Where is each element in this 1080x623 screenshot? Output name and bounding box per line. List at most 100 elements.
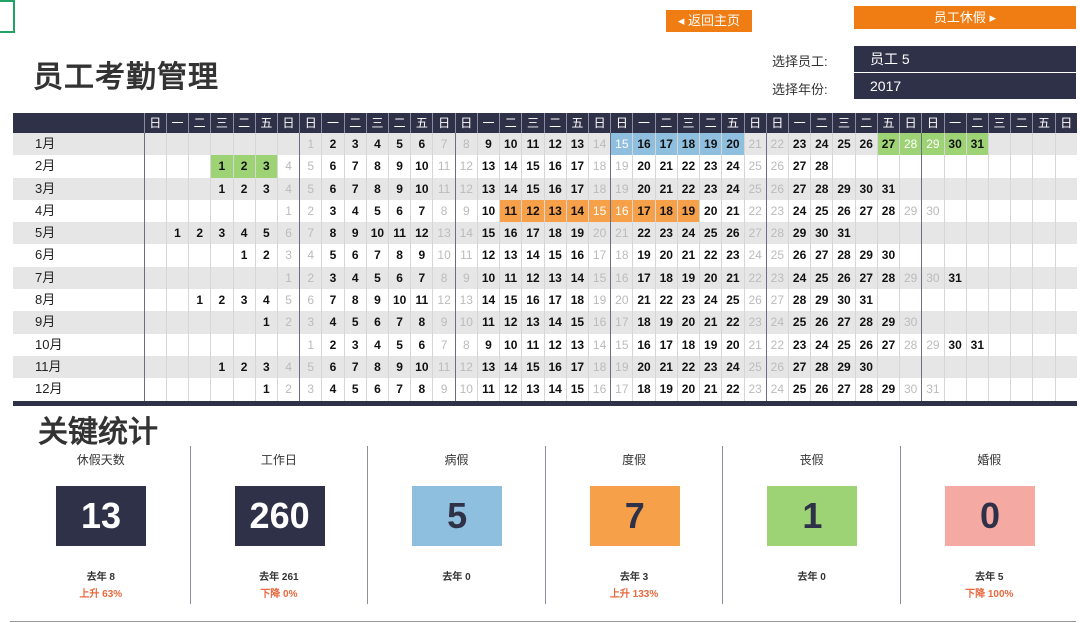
- calendar-day[interactable]: 24: [810, 133, 832, 156]
- calendar-day[interactable]: 9: [410, 244, 432, 267]
- calendar-day[interactable]: 16: [521, 289, 543, 312]
- calendar-day[interactable]: 7: [410, 199, 432, 223]
- calendar-day[interactable]: 9: [454, 266, 477, 290]
- calendar-day[interactable]: 15: [476, 222, 499, 245]
- calendar-day[interactable]: 6: [321, 177, 343, 200]
- calendar-day[interactable]: 3: [254, 155, 277, 178]
- calendar-day[interactable]: 13: [565, 333, 588, 356]
- calendar-day[interactable]: 1: [276, 266, 299, 290]
- employee-select[interactable]: 员工 5: [854, 46, 1076, 72]
- calendar-day[interactable]: 17: [654, 133, 677, 156]
- calendar-day[interactable]: 1: [188, 289, 210, 312]
- calendar-day[interactable]: 11: [388, 222, 410, 245]
- calendar-day[interactable]: 31: [876, 177, 899, 200]
- calendar-day[interactable]: 3: [299, 311, 321, 334]
- calendar-day[interactable]: 9: [432, 311, 454, 334]
- calendar-day[interactable]: 26: [810, 378, 832, 401]
- calendar-day[interactable]: 30: [810, 222, 832, 245]
- calendar-day[interactable]: 18: [588, 155, 610, 178]
- calendar-day[interactable]: 22: [699, 244, 721, 267]
- year-select[interactable]: 2017: [854, 73, 1076, 99]
- calendar-day[interactable]: 26: [787, 244, 810, 267]
- calendar-day[interactable]: 24: [743, 244, 766, 267]
- calendar-day[interactable]: 29: [921, 133, 944, 156]
- calendar-day[interactable]: 23: [787, 333, 810, 356]
- calendar-day[interactable]: 2: [210, 289, 232, 312]
- calendar-day[interactable]: 20: [699, 199, 721, 223]
- calendar-day[interactable]: 12: [543, 333, 566, 356]
- calendar-day[interactable]: 19: [632, 244, 654, 267]
- calendar-day[interactable]: 25: [743, 355, 766, 379]
- calendar-day[interactable]: 23: [676, 289, 699, 312]
- calendar-day[interactable]: 1: [210, 177, 232, 200]
- calendar-day[interactable]: 19: [699, 333, 721, 356]
- calendar-day[interactable]: 2: [232, 355, 255, 379]
- calendar-day[interactable]: 28: [765, 222, 788, 245]
- calendar-day[interactable]: 15: [610, 133, 633, 156]
- calendar-day[interactable]: 16: [565, 244, 588, 267]
- calendar-day[interactable]: 26: [832, 266, 854, 290]
- calendar-day[interactable]: 3: [343, 133, 366, 156]
- calendar-day[interactable]: 30: [921, 266, 943, 290]
- calendar-day[interactable]: 19: [676, 266, 699, 290]
- calendar-day[interactable]: 18: [588, 355, 610, 379]
- calendar-day[interactable]: 21: [743, 133, 766, 156]
- calendar-day[interactable]: 13: [432, 222, 454, 245]
- calendar-day[interactable]: 15: [543, 244, 566, 267]
- calendar-day[interactable]: 26: [765, 155, 788, 178]
- calendar-day[interactable]: 3: [210, 222, 232, 245]
- calendar-day[interactable]: 3: [254, 177, 277, 200]
- calendar-day[interactable]: 19: [654, 311, 677, 334]
- calendar-day[interactable]: 2: [321, 133, 343, 156]
- calendar-day[interactable]: 29: [899, 266, 921, 290]
- calendar-day[interactable]: 1: [254, 311, 277, 334]
- calendar-day[interactable]: 26: [765, 355, 788, 379]
- calendar-day[interactable]: 6: [276, 222, 299, 245]
- calendar-day[interactable]: 2: [299, 266, 321, 290]
- calendar-day[interactable]: 23: [699, 355, 721, 379]
- calendar-day[interactable]: 6: [410, 133, 432, 156]
- calendar-day[interactable]: 29: [832, 355, 854, 379]
- calendar-day[interactable]: 5: [343, 311, 366, 334]
- calendar-day[interactable]: 5: [276, 289, 299, 312]
- calendar-day[interactable]: 31: [965, 133, 988, 156]
- calendar-day[interactable]: 30: [854, 177, 877, 200]
- calendar-day[interactable]: 22: [765, 133, 788, 156]
- calendar-day[interactable]: 30: [943, 133, 966, 156]
- calendar-day[interactable]: 25: [699, 222, 721, 245]
- calendar-day[interactable]: 3: [276, 244, 299, 267]
- calendar-day[interactable]: 13: [454, 289, 477, 312]
- calendar-day[interactable]: 10: [476, 199, 499, 223]
- calendar-day[interactable]: 28: [876, 266, 899, 290]
- calendar-day[interactable]: 4: [276, 355, 299, 379]
- calendar-day[interactable]: 10: [499, 333, 521, 356]
- calendar-day[interactable]: 12: [521, 199, 544, 223]
- calendar-day[interactable]: 1: [210, 155, 233, 178]
- calendar-day[interactable]: 9: [388, 355, 410, 379]
- calendar-day[interactable]: 23: [654, 222, 677, 245]
- calendar-day[interactable]: 29: [921, 333, 943, 356]
- calendar-day[interactable]: 14: [499, 177, 521, 200]
- calendar-day[interactable]: 22: [721, 378, 743, 401]
- calendar-day[interactable]: 26: [765, 177, 788, 200]
- calendar-day[interactable]: 22: [632, 222, 654, 245]
- calendar-day[interactable]: 14: [543, 378, 566, 401]
- calendar-day[interactable]: 7: [388, 378, 410, 401]
- calendar-day[interactable]: 9: [476, 333, 499, 356]
- calendar-day[interactable]: 27: [787, 155, 810, 178]
- calendar-day[interactable]: 12: [499, 311, 521, 334]
- calendar-day[interactable]: 8: [388, 244, 410, 267]
- calendar-day[interactable]: 21: [721, 199, 743, 223]
- calendar-day[interactable]: 12: [432, 289, 454, 312]
- calendar-day[interactable]: 3: [321, 266, 343, 290]
- calendar-day[interactable]: 3: [343, 333, 366, 356]
- calendar-day[interactable]: 14: [499, 155, 521, 178]
- calendar-day[interactable]: 24: [699, 289, 721, 312]
- calendar-day[interactable]: 23: [743, 378, 766, 401]
- calendar-day[interactable]: 5: [365, 199, 388, 223]
- calendar-day[interactable]: 19: [654, 378, 677, 401]
- calendar-day[interactable]: 9: [388, 177, 410, 200]
- calendar-day[interactable]: 1: [276, 199, 299, 223]
- calendar-day[interactable]: 9: [343, 222, 366, 245]
- calendar-day[interactable]: 27: [854, 199, 877, 223]
